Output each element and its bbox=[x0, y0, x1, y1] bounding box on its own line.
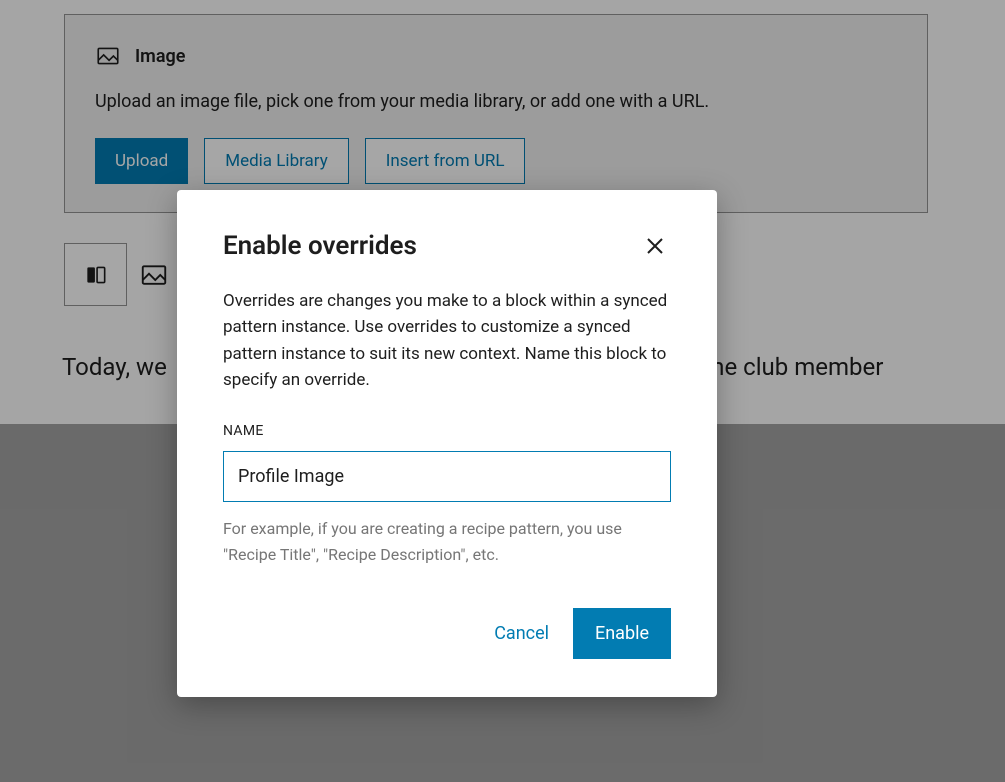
modal-title: Enable overrides bbox=[223, 231, 417, 261]
enable-button[interactable]: Enable bbox=[573, 608, 671, 659]
name-input[interactable] bbox=[223, 451, 671, 502]
enable-overrides-modal: Enable overrides Overrides are changes y… bbox=[177, 190, 717, 697]
cancel-button[interactable]: Cancel bbox=[494, 623, 549, 644]
close-icon bbox=[643, 234, 667, 258]
modal-footer: Cancel Enable bbox=[223, 608, 671, 659]
close-button[interactable] bbox=[639, 230, 671, 262]
modal-description: Overrides are changes you make to a bloc… bbox=[223, 288, 671, 393]
name-label: NAME bbox=[223, 423, 671, 439]
help-text: For example, if you are creating a recip… bbox=[223, 516, 671, 567]
modal-header: Enable overrides bbox=[223, 230, 671, 262]
